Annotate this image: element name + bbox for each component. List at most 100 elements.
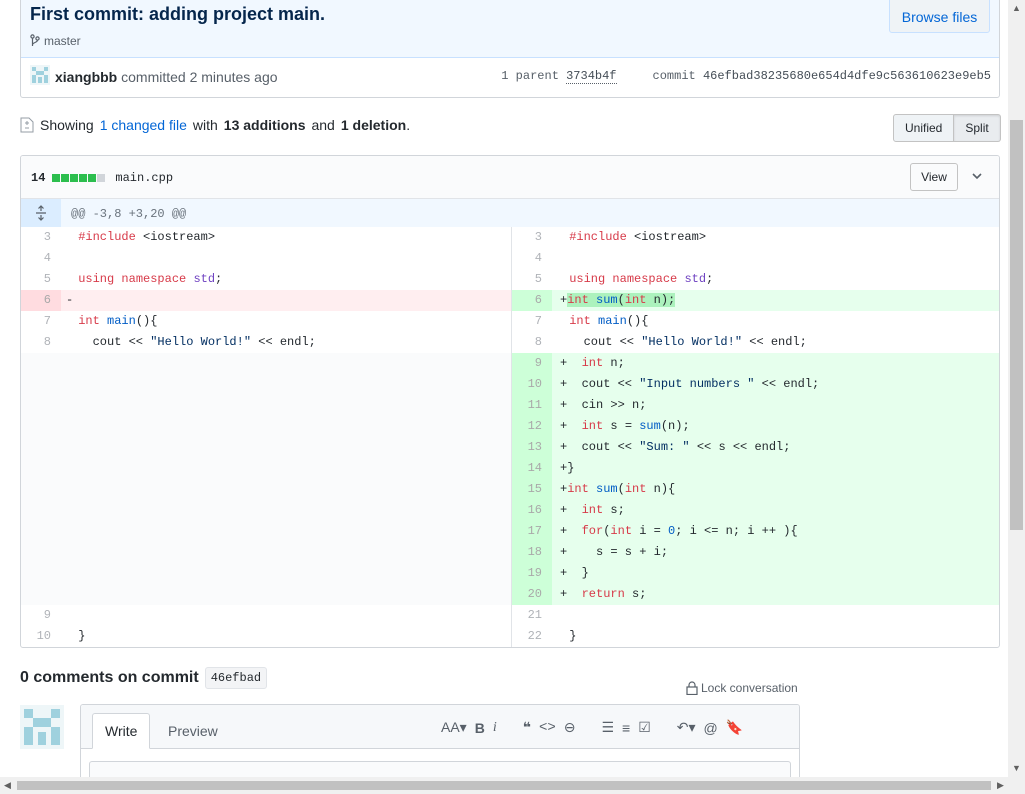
ordered-list-icon[interactable]: ≡ <box>622 720 630 736</box>
scroll-down-icon[interactable]: ▼ <box>1012 764 1021 773</box>
line-number[interactable]: 7 <box>21 311 61 332</box>
text-size-icon[interactable]: AA▾ <box>441 719 467 736</box>
line-code: + int n; <box>560 356 625 370</box>
expand-hunk-button[interactable] <box>21 199 61 227</box>
diff-line-ctx: 5 using namespace std; <box>512 269 999 290</box>
line-number[interactable]: 4 <box>512 248 552 269</box>
line-number[interactable]: 5 <box>21 269 61 290</box>
line-number[interactable]: 9 <box>21 605 61 626</box>
italic-icon[interactable]: i <box>493 720 497 736</box>
lock-conversation-button[interactable]: Lock conversation <box>686 681 798 695</box>
line-code: cout << "Hello World!" << endl; <box>562 335 807 349</box>
task-list-icon[interactable]: ☑ <box>638 719 651 736</box>
line-number[interactable]: 6 <box>21 290 61 311</box>
changed-files-link[interactable]: 1 changed file <box>100 117 187 133</box>
horizontal-scroll-thumb[interactable] <box>17 781 991 790</box>
line-number[interactable]: 15 <box>512 479 552 500</box>
diffstat-block <box>97 174 106 182</box>
deletions-count: 1 deletion. <box>340 117 411 133</box>
line-number[interactable]: 13 <box>512 437 552 458</box>
line-number[interactable]: 20 <box>512 584 552 605</box>
author-avatar[interactable] <box>30 65 50 85</box>
diff-line-add: 9 + int n; <box>512 353 999 374</box>
diff-line-empty <box>21 437 511 458</box>
reply-icon[interactable]: ↶▾ <box>677 719 696 736</box>
unified-button[interactable]: Unified <box>893 114 955 142</box>
diffstat-block <box>70 174 79 182</box>
line-code: + s = s + i; <box>560 545 669 559</box>
diff-line-add: 13 + cout << "Sum: " << s << endl; <box>512 437 999 458</box>
comment-tabs: Write Preview AA▾ B i ❝ <> ⊖ ☰ ≡ ☑ ↶▾ @ … <box>81 705 799 749</box>
git-branch-icon <box>30 34 40 46</box>
line-number[interactable]: 4 <box>21 248 61 269</box>
vertical-scrollbar[interactable]: ▲ ▼ <box>1008 0 1025 777</box>
line-number <box>21 479 61 500</box>
with-text: with <box>192 117 218 133</box>
line-number[interactable]: 6 <box>512 290 552 311</box>
mention-icon[interactable]: @ <box>704 720 718 736</box>
line-number[interactable]: 8 <box>512 332 552 353</box>
file-name[interactable]: main.cpp <box>115 171 173 185</box>
author-name[interactable]: xiangbbb <box>55 69 117 85</box>
diffstat: 14 main.cpp <box>31 171 173 185</box>
line-code: +} <box>560 461 575 475</box>
scroll-right-icon[interactable]: ▶ <box>997 781 1004 790</box>
tab-preview[interactable]: Preview <box>156 713 230 749</box>
line-number[interactable]: 19 <box>512 563 552 584</box>
branch-name[interactable]: master <box>44 34 81 48</box>
commenter-avatar[interactable] <box>20 705 64 749</box>
line-number[interactable]: 16 <box>512 500 552 521</box>
branch-label[interactable]: master <box>30 34 81 48</box>
quote-icon[interactable]: ❝ <box>523 719 531 736</box>
diff-line-ctx: 21 <box>512 605 999 626</box>
code-icon[interactable]: <> <box>539 720 556 736</box>
line-number <box>21 416 61 437</box>
commit-meta: xiangbbb committed 2 minutes ago 1 paren… <box>21 59 999 97</box>
line-number[interactable]: 17 <box>512 521 552 542</box>
tab-write[interactable]: Write <box>92 713 151 749</box>
line-code: +int sum(int n); <box>560 293 676 307</box>
vertical-scroll-thumb[interactable] <box>1010 120 1023 530</box>
line-code: #include <iostream> <box>569 230 707 244</box>
line-code: } <box>71 629 86 643</box>
additions-count: 13 additions <box>223 117 306 133</box>
view-file-button[interactable]: View <box>910 163 958 191</box>
diff-line-add: 6 +int sum(int n); <box>512 290 999 311</box>
diffstat-blocks <box>52 174 106 182</box>
browse-files-button[interactable]: Browse files <box>889 0 990 33</box>
bookmark-icon[interactable]: 🔖 <box>726 719 743 736</box>
line-number[interactable]: 8 <box>21 332 61 353</box>
line-number[interactable]: 9 <box>512 353 552 374</box>
line-number[interactable]: 11 <box>512 395 552 416</box>
line-number[interactable]: 3 <box>21 227 61 248</box>
chevron-down-icon[interactable] <box>969 168 985 184</box>
diff-summary: Showing 1 changed file with 13 additions… <box>20 117 410 133</box>
line-number[interactable]: 21 <box>512 605 552 626</box>
unordered-list-icon[interactable]: ☰ <box>601 719 614 736</box>
line-number[interactable]: 14 <box>512 458 552 479</box>
line-code: +int sum(int n){ <box>560 482 676 496</box>
line-code: - <box>66 293 74 307</box>
line-number[interactable]: 10 <box>21 626 61 647</box>
line-number[interactable]: 12 <box>512 416 552 437</box>
line-number[interactable]: 7 <box>512 311 552 332</box>
diff-line-add: 19 + } <box>512 563 999 584</box>
diff-line-add: 14 +} <box>512 458 999 479</box>
split-button[interactable]: Split <box>954 114 1001 142</box>
diff-line-add: 12 + int s = sum(n); <box>512 416 999 437</box>
line-number[interactable]: 18 <box>512 542 552 563</box>
diff-line-del: 6- <box>21 290 511 311</box>
line-number[interactable]: 22 <box>512 626 552 647</box>
scroll-left-icon[interactable]: ◀ <box>4 781 11 790</box>
diff-line-add: 10 + cout << "Input numbers " << endl; <box>512 374 999 395</box>
horizontal-scrollbar[interactable]: ◀ ▶ <box>0 777 1025 794</box>
line-number[interactable]: 3 <box>512 227 552 248</box>
bold-icon[interactable]: B <box>475 720 485 736</box>
line-number[interactable]: 10 <box>512 374 552 395</box>
line-code: + cout << "Input numbers " << endl; <box>560 377 820 391</box>
scroll-up-icon[interactable]: ▲ <box>1012 4 1021 13</box>
line-number[interactable]: 5 <box>512 269 552 290</box>
link-icon[interactable]: ⊖ <box>564 719 576 736</box>
line-number <box>21 521 61 542</box>
parent-sha-link[interactable]: 3734b4f <box>566 69 617 84</box>
